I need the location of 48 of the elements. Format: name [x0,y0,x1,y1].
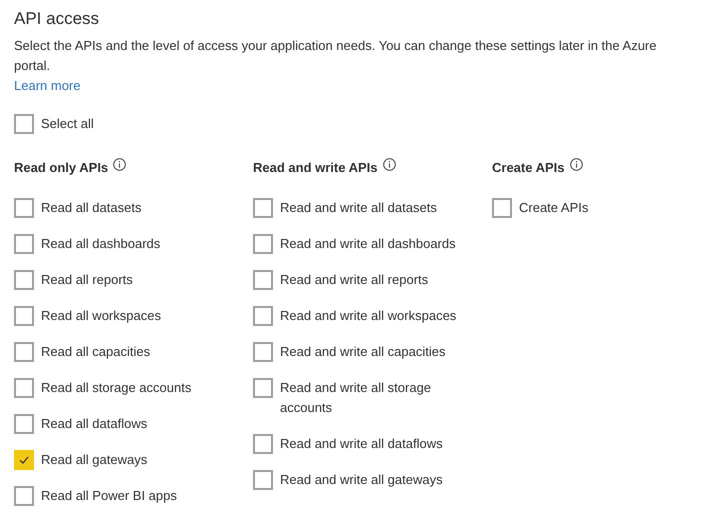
info-icon[interactable] [113,158,126,171]
checkbox-label: Read all capacities [41,343,150,361]
checkbox[interactable] [253,198,273,218]
checkbox[interactable] [253,306,273,326]
checkbox-label: Read all dataflows [41,415,148,433]
info-icon[interactable] [570,158,582,171]
column-heading: Read only APIs [14,159,108,177]
checkbox-label: Read and write all dashboards [280,235,456,253]
checkbox-label: Create APIs [519,199,588,217]
checkbox-label: Read all reports [41,271,133,289]
section-title: API access [14,8,100,30]
checkbox-label: Read and write all capacities [280,343,446,361]
checkbox-label: Read all storage accounts [41,379,192,397]
learn-more-link[interactable]: Learn more [14,76,80,96]
checkbox-label: Read and write all reports [280,271,428,289]
checkbox[interactable] [253,342,273,362]
checkbox[interactable] [253,270,273,290]
checkbox-label: Read and write all workspaces [280,307,456,325]
checkbox[interactable] [14,198,34,218]
checkbox[interactable] [253,234,273,254]
checkbox[interactable] [14,114,34,134]
checkbox[interactable] [14,270,34,290]
checkbox[interactable] [492,198,512,218]
checkbox-label: Read all gateways [41,451,148,469]
checkmark-icon [18,454,30,466]
checkbox-label: Read all datasets [41,199,142,217]
checkbox-label: Read and write all datasets [280,199,437,217]
checkbox[interactable] [14,342,34,362]
checkbox[interactable] [14,234,34,254]
checkbox-label: Read and write all storage accounts [280,379,432,417]
checkbox[interactable] [14,306,34,326]
checkbox[interactable] [253,378,273,398]
checkbox[interactable] [253,434,273,454]
checkbox[interactable] [253,470,273,490]
checkbox-label: Select all [41,115,94,133]
checkbox[interactable] [14,378,34,398]
checkbox[interactable] [14,486,34,506]
info-icon[interactable] [382,158,396,171]
checkbox-label: Read all dashboards [41,235,160,253]
column-heading: Create APIs [492,159,564,177]
checkbox-label: Read all Power BI apps [41,487,177,505]
checkbox-label: Read and write all dataflows [280,435,443,453]
checkbox[interactable] [14,450,34,470]
description-text: Select the APIs and the level of access your application needs. You can change these settings later in the Azure portal. [14,37,658,75]
column-heading: Read and write APIs [253,159,378,177]
checkbox-label: Read all workspaces [41,307,161,325]
checkbox[interactable] [14,414,34,434]
checkbox-label: Read and write all gateways [280,471,443,489]
